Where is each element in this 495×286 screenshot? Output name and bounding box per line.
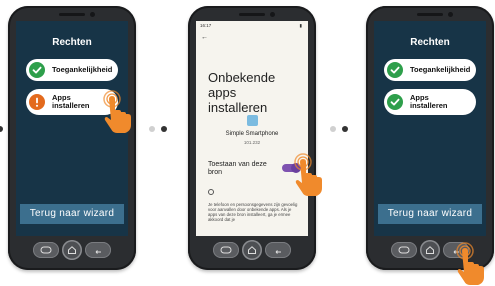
check-icon	[387, 62, 403, 78]
back-icon	[40, 246, 52, 254]
page-title: Rechten	[52, 37, 92, 48]
home-hardware-button[interactable]	[62, 240, 82, 260]
permission-install-apps[interactable]: Apps installeren	[384, 89, 476, 115]
permissions-screen: Rechten Toegankelijkheid Apps installere…	[374, 21, 486, 236]
toggle-label-line-2: bron	[208, 169, 223, 176]
label-line-2: installeren	[410, 101, 448, 110]
check-icon	[387, 94, 403, 110]
step-connector	[149, 126, 167, 132]
back-hardware-button[interactable]	[391, 242, 417, 258]
home-hardware-button[interactable]	[242, 240, 262, 260]
connector-dot	[161, 126, 167, 132]
phone-step-1: Rechten Toegankelijkheid Apps installere…	[8, 6, 136, 270]
app-version: 101.232	[243, 140, 261, 145]
home-hardware-button[interactable]	[420, 240, 440, 260]
back-to-wizard-button[interactable]: Terug naar wizard	[20, 204, 124, 224]
pointing-hand-icon	[294, 153, 322, 196]
phone-step-2: 16:17 ▮ ← Onbekende apps installeren Sim…	[188, 6, 322, 270]
page-title: Onbekende apps installeren	[208, 70, 304, 115]
earpiece	[59, 13, 85, 16]
permission-accessibility[interactable]: Toegankelijkheid	[384, 59, 476, 81]
app-icon	[247, 115, 258, 126]
earpiece	[239, 13, 265, 16]
title-line-2: installeren	[208, 100, 268, 115]
return-hardware-button[interactable]	[85, 242, 111, 258]
camera	[448, 12, 453, 17]
label-line-2: installeren	[52, 101, 90, 110]
return-hardware-button[interactable]	[265, 242, 291, 258]
info-icon	[208, 189, 214, 195]
back-hardware-button[interactable]	[213, 242, 239, 258]
pointing-hand-icon	[456, 242, 484, 285]
connector-dot	[330, 126, 336, 132]
page-title: Rechten	[410, 37, 450, 48]
connector-dot	[0, 126, 3, 132]
arrow-left-icon	[275, 250, 281, 254]
battery-icon: ▮	[299, 23, 302, 28]
info-text: Je telefoon en persoonsgegevens zijn gev…	[208, 202, 298, 222]
app-name: Simple Smartphone	[225, 131, 279, 137]
permission-label: Apps installeren	[410, 94, 448, 110]
earpiece	[417, 13, 443, 16]
phone-step-3: Rechten Toegankelijkheid Apps installere…	[366, 6, 494, 285]
check-icon	[29, 62, 45, 78]
step-connector-left	[0, 126, 3, 132]
camera	[90, 12, 95, 17]
pointing-hand-icon	[103, 90, 131, 133]
toggle-label: Toestaan van deze bron	[208, 161, 276, 177]
home-icon	[248, 246, 256, 254]
title-line-1: Onbekende apps	[208, 70, 276, 100]
permission-label: Toegankelijkheid	[52, 65, 113, 74]
toggle-label-line-1: Toestaan van deze	[208, 161, 267, 168]
back-to-wizard-button[interactable]: Terug naar wizard	[378, 204, 482, 224]
exclamation-icon	[29, 94, 45, 110]
back-icon	[220, 246, 232, 254]
permission-label: Apps installeren	[52, 94, 90, 110]
back-icon	[398, 246, 410, 254]
home-icon	[68, 246, 76, 254]
camera	[270, 12, 275, 17]
back-hardware-button[interactable]	[33, 242, 59, 258]
home-icon	[426, 246, 434, 254]
status-time: 16:17	[200, 23, 212, 28]
connector-dot	[342, 126, 348, 132]
back-arrow-icon[interactable]: ←	[201, 34, 208, 41]
permission-accessibility[interactable]: Toegankelijkheid	[26, 59, 118, 81]
unknown-apps-screen: 16:17 ▮ ← Onbekende apps installeren Sim…	[196, 21, 308, 236]
permission-label: Toegankelijkheid	[410, 65, 471, 74]
connector-dot	[149, 126, 155, 132]
step-connector	[330, 126, 348, 132]
arrow-left-icon	[95, 250, 101, 254]
